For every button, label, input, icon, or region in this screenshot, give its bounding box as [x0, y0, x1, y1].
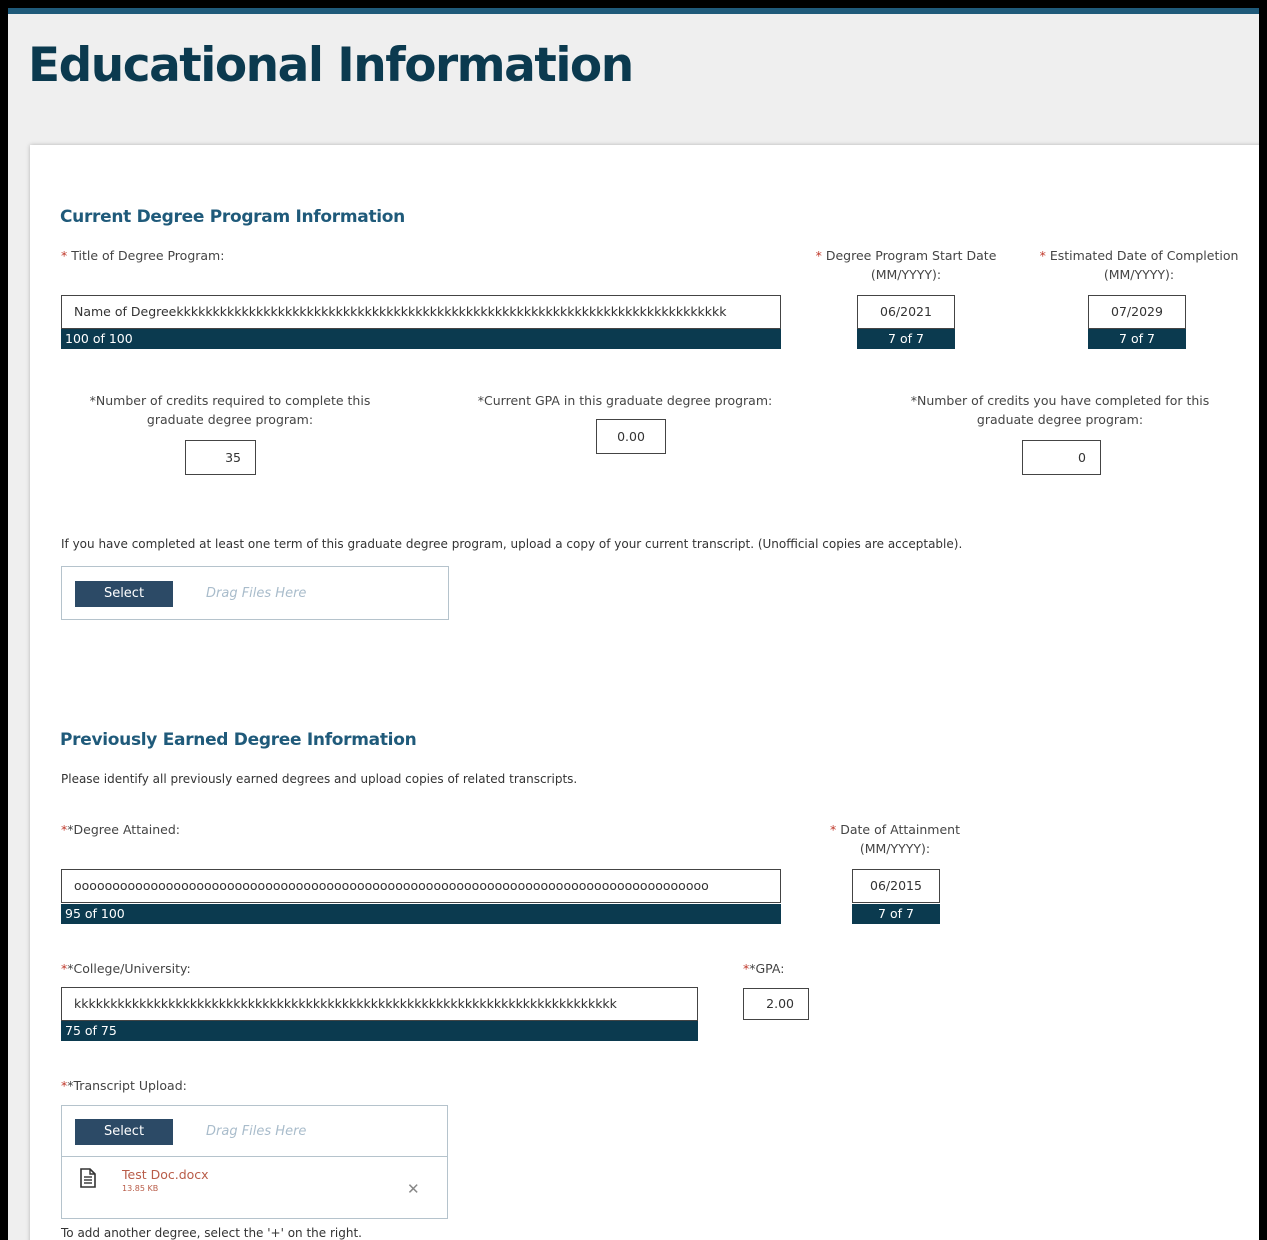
- credits-required-label: *Number of credits required to complete …: [60, 391, 400, 429]
- previous-degree-instructions: Please identify all previously earned de…: [61, 772, 578, 786]
- previous-degree-section-title: Previously Earned Degree Information: [60, 730, 417, 750]
- start-date-format-hint: (MM/YYYY):: [870, 267, 942, 282]
- completion-date-label-text: Estimated Date of Completion: [1049, 248, 1239, 263]
- credits-completed-input[interactable]: 0: [1022, 440, 1101, 475]
- previous-transcript-drop-zone-text: Drag Files Here: [206, 1124, 307, 1139]
- current-gpa-input[interactable]: 0.00: [596, 419, 666, 454]
- title-of-degree-label: * Title of Degree Program:: [61, 246, 224, 265]
- gpa-label-text: *GPA:: [749, 961, 785, 976]
- required-asterisk: *: [61, 248, 72, 263]
- title-of-degree-char-counter: 100 of 100: [61, 329, 781, 349]
- credits-completed-label-line2: graduate degree program:: [976, 412, 1144, 427]
- current-degree-section-title: Current Degree Program Information: [60, 207, 405, 227]
- current-transcript-drop-zone-text: Drag Files Here: [206, 586, 307, 601]
- completion-date-format-hint: (MM/YYYY):: [1103, 267, 1175, 282]
- uploaded-file-name[interactable]: Test Doc.docx: [122, 1167, 209, 1182]
- document-icon: [80, 1168, 96, 1192]
- date-of-attainment-format-hint: (MM/YYYY):: [859, 841, 931, 856]
- top-accent-bar: [8, 8, 1259, 14]
- transcript-upload-label: **Transcript Upload:: [61, 1076, 187, 1095]
- gpa-input[interactable]: 2.00: [743, 988, 809, 1020]
- credits-required-label-line1: *Number of credits required to complete …: [89, 393, 371, 408]
- transcript-upload-label-text: *Transcript Upload:: [67, 1078, 187, 1093]
- completion-date-char-counter: 7 of 7: [1088, 329, 1186, 349]
- credits-required-label-line2: graduate degree program:: [146, 412, 314, 427]
- current-transcript-upload[interactable]: Select Drag Files Here: [61, 566, 449, 620]
- start-date-label: * Degree Program Start Date (MM/YYYY):: [806, 246, 1006, 284]
- date-of-attainment-label: * Date of Attainment (MM/YYYY):: [810, 820, 980, 858]
- credits-completed-label-line1: *Number of credits you have completed fo…: [910, 393, 1210, 408]
- date-of-attainment-char-counter: 7 of 7: [852, 904, 940, 924]
- degree-attained-char-counter: 95 of 100: [61, 904, 781, 924]
- start-date-char-counter: 7 of 7: [857, 329, 955, 349]
- college-char-counter: 75 of 75: [61, 1021, 698, 1041]
- start-date-input[interactable]: 06/2021: [857, 295, 955, 329]
- degree-attained-label-text: *Degree Attained:: [67, 822, 180, 837]
- completion-date-label: * Estimated Date of Completion (MM/YYYY)…: [1028, 246, 1250, 284]
- file-list-divider: [62, 1156, 447, 1157]
- current-transcript-select-button[interactable]: Select: [75, 581, 173, 607]
- date-of-attainment-input[interactable]: 06/2015: [852, 869, 940, 903]
- start-date-label-text: Degree Program Start Date: [825, 248, 997, 263]
- college-input[interactable]: kkkkkkkkkkkkkkkkkkkkkkkkkkkkkkkkkkkkkkkk…: [61, 987, 698, 1021]
- required-asterisk: *: [830, 822, 841, 837]
- add-degree-note: To add another degree, select the '+' on…: [61, 1226, 362, 1240]
- degree-attained-label: **Degree Attained:: [61, 820, 180, 839]
- form-card: Current Degree Program Information * Tit…: [30, 145, 1259, 1240]
- required-asterisk: *: [815, 248, 826, 263]
- gpa-label: **GPA:: [743, 959, 784, 978]
- page-title: Educational Information: [28, 38, 634, 93]
- current-gpa-label: *Current GPA in this graduate degree pro…: [477, 393, 773, 408]
- credits-completed-label: *Number of credits you have completed fo…: [890, 391, 1230, 429]
- close-icon[interactable]: ✕: [407, 1180, 420, 1198]
- page-frame: Educational Information Current Degree P…: [8, 8, 1259, 1240]
- title-of-degree-label-text: Title of Degree Program:: [71, 248, 225, 263]
- previous-transcript-select-button[interactable]: Select: [75, 1119, 173, 1145]
- credits-required-input[interactable]: 35: [185, 440, 256, 475]
- previous-transcript-upload[interactable]: Select Drag Files Here Test Doc.docx 13.…: [61, 1105, 448, 1219]
- title-of-degree-input[interactable]: Name of Degreekkkkkkkkkkkkkkkkkkkkkkkkkk…: [61, 295, 781, 329]
- date-of-attainment-label-text: Date of Attainment: [840, 822, 960, 837]
- completion-date-input[interactable]: 07/2029: [1088, 295, 1186, 329]
- required-asterisk: *: [1039, 248, 1050, 263]
- uploaded-file-size: 13.85 KB: [122, 1184, 159, 1193]
- transcript-note: If you have completed at least one term …: [61, 537, 963, 551]
- college-label: **College/University:: [61, 959, 191, 978]
- degree-attained-input[interactable]: oooooooooooooooooooooooooooooooooooooooo…: [61, 869, 781, 903]
- college-label-text: *College/University:: [67, 961, 191, 976]
